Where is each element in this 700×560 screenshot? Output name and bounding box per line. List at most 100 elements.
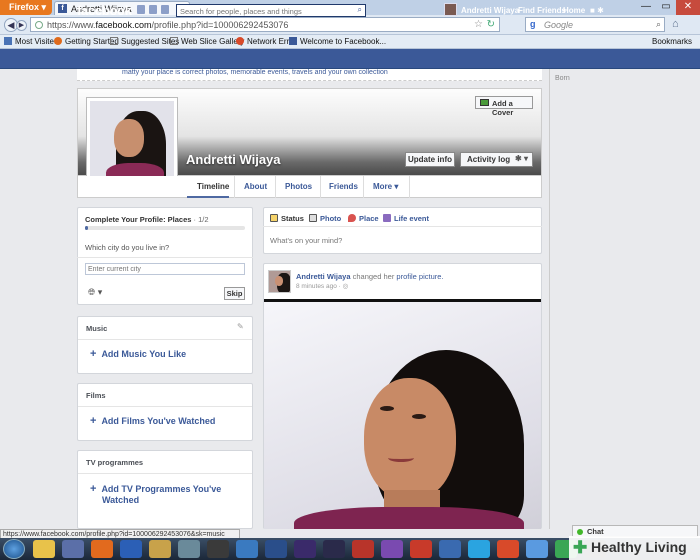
maximize-icon[interactable]: ▭ [656, 0, 676, 15]
taskbar-camera-icon[interactable] [207, 540, 229, 558]
facebook-logo[interactable]: facebook [77, 3, 132, 18]
tab-timeline[interactable]: Timeline [197, 182, 229, 191]
born-label: Born [555, 75, 570, 82]
notifications-icon[interactable] [161, 5, 169, 14]
find-friends-link[interactable]: Find Friends [518, 6, 566, 15]
tab-photos[interactable]: Photos [285, 182, 312, 191]
taskbar-acrobat-icon[interactable] [410, 540, 432, 558]
user-name-link[interactable]: Andretti Wijaya [461, 6, 519, 15]
tab-friends[interactable]: Friends [329, 182, 358, 191]
taskbar-powerpoint-icon[interactable] [352, 540, 374, 558]
add-music-link[interactable]: + Add Music You Like [90, 349, 186, 360]
search-icon[interactable]: ⌕ [358, 5, 362, 15]
reload-icon[interactable]: ↻ [487, 19, 495, 30]
plus-icon: + [90, 415, 97, 427]
site-identity-icon[interactable] [35, 21, 43, 29]
plus-icon: + [90, 348, 97, 360]
taskbar-photoshop-icon[interactable] [294, 540, 316, 558]
composer-tab-status[interactable]: Status [270, 214, 304, 223]
tv-header[interactable]: TV programmes [86, 458, 143, 467]
taskbar-skype-icon[interactable] [468, 540, 490, 558]
window-controls: — ▭ ✕ [636, 0, 700, 15]
taskbar-lightroom-icon[interactable] [323, 540, 345, 558]
minimize-icon[interactable]: — [636, 0, 656, 15]
bookmark-star-icon[interactable]: ☆ [474, 19, 483, 30]
divider [77, 257, 253, 258]
bookmark-network-error[interactable]: Network Error [236, 37, 296, 46]
web-search-box[interactable]: g Google ⌕ [525, 17, 665, 32]
tab-more[interactable]: More ▾ [373, 182, 398, 191]
current-city-input[interactable] [85, 263, 245, 275]
home-link[interactable]: Home [563, 6, 585, 15]
audience-globe-icon[interactable]: 🌐︎ ▾ [88, 287, 102, 298]
composer-tab-photo[interactable]: Photo [309, 214, 341, 223]
pencil-icon [270, 214, 278, 222]
facebook-search-input[interactable]: Search for people, places and things ⌕ [176, 4, 366, 17]
tab-divider [320, 176, 321, 198]
active-tab-underline [187, 196, 229, 198]
pencil-icon[interactable]: ✎ [237, 322, 244, 331]
taskbar-daemon-icon[interactable] [439, 540, 461, 558]
music-header[interactable]: Music [86, 324, 107, 333]
firefox-menu-button[interactable]: Firefox ▾ [0, 0, 52, 15]
update-info-button[interactable]: Update info [405, 152, 455, 167]
messages-icon[interactable] [149, 5, 157, 14]
taskbar-itunes-icon[interactable] [526, 540, 548, 558]
gear-icon[interactable]: ✱ ▾ [515, 154, 528, 163]
search-icon[interactable]: ⌕ [656, 19, 661, 30]
tab-about[interactable]: About [244, 182, 267, 191]
add-tv-link[interactable]: + Add TV Programmes You've Watched [90, 484, 221, 506]
activity-log-button[interactable]: Activity log ✱ ▾ [460, 152, 533, 167]
bookmark-suggested-sites[interactable]: Suggested Sites [110, 37, 179, 46]
bookmark-web-slice-gallery[interactable]: Web Slice Gallery [170, 37, 244, 46]
taskbar-ie-icon[interactable] [33, 540, 55, 558]
taskbar-app-icon[interactable] [265, 540, 287, 558]
skip-button[interactable]: Skip [224, 287, 245, 300]
forward-button[interactable]: ▶ [16, 20, 27, 31]
add-cover-button[interactable]: Add a Cover [475, 96, 533, 117]
taskbar-word-icon[interactable] [149, 540, 171, 558]
composer-tab-place[interactable]: Place [348, 214, 379, 223]
taskbar-sync-icon[interactable] [381, 540, 403, 558]
friend-requests-icon[interactable] [137, 5, 145, 14]
profile-name[interactable]: Andretti Wijaya [186, 152, 281, 167]
audience-globe-icon[interactable]: ◎ [343, 283, 349, 290]
start-button[interactable] [3, 539, 25, 559]
url-bar[interactable]: https://www.facebook.com/profile.php?id=… [30, 17, 500, 32]
post-photo[interactable] [264, 299, 541, 529]
music-section: Music + Add Music You Like [77, 316, 253, 374]
activity-log-label: Activity log [467, 155, 511, 164]
films-section: Films + Add Films You've Watched [77, 383, 253, 441]
status-input[interactable]: What's on your mind? [270, 236, 342, 245]
settings-gear-icon[interactable]: ✱ [597, 6, 604, 15]
bookmark-label: Most Visited [15, 37, 59, 46]
bookmark-most-visited[interactable]: Most Visited [4, 37, 58, 46]
avatar[interactable] [268, 270, 291, 293]
avatar[interactable] [444, 3, 457, 16]
taskbar-media-icon[interactable] [91, 540, 113, 558]
photo-face [364, 378, 456, 500]
taskbar-explorer-icon[interactable] [62, 540, 84, 558]
add-tv-label-line1: Add TV Programmes You've [101, 484, 222, 494]
bookmark-welcome-facebook[interactable]: Welcome to Facebook... [289, 37, 386, 46]
bookmarks-menu[interactable]: Bookmarks [652, 37, 692, 46]
profile-progress-bar [85, 226, 245, 230]
films-header[interactable]: Films [86, 391, 106, 400]
post-author-link[interactable]: Andretti Wijaya [296, 272, 351, 281]
bookmarks-menu-label: Bookmarks [652, 37, 693, 46]
post-timestamp[interactable]: 8 minutes ago · ◎ [296, 282, 348, 290]
composer-tab-life-event[interactable]: Life event [383, 214, 429, 223]
tab-divider [363, 176, 364, 198]
taskbar-files-icon[interactable] [178, 540, 200, 558]
add-films-link[interactable]: + Add Films You've Watched [90, 416, 215, 427]
taskbar-nero-icon[interactable] [236, 540, 258, 558]
taskbar-firefox-icon[interactable] [120, 540, 142, 558]
friends-icon[interactable]: ■ [590, 6, 595, 15]
facebook-top-bar [0, 49, 700, 69]
profile-picture-link[interactable]: profile picture. [396, 272, 443, 281]
composer-tab-label: Status [281, 214, 304, 223]
close-window-icon[interactable]: ✕ [676, 0, 700, 15]
taskbar-chrome-icon[interactable] [497, 540, 519, 558]
home-icon[interactable]: ⌂ [672, 18, 686, 31]
photo-eye [412, 414, 426, 419]
